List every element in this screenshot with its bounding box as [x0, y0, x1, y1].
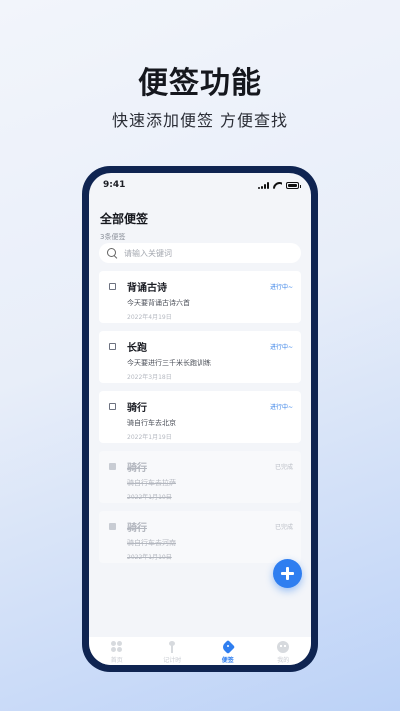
note-body: 骑自行车去北京	[127, 419, 176, 427]
note-body: 骑自行车去河南	[127, 539, 176, 547]
face-icon	[276, 641, 290, 653]
note-status: 已完成	[274, 524, 293, 531]
tag-icon	[221, 641, 235, 653]
add-note-button[interactable]	[273, 559, 302, 588]
bottom-tab-bar: 首页 记计时 便签 我的	[89, 637, 311, 665]
page-title: 全部便签	[100, 212, 149, 226]
signal-icon	[258, 181, 269, 189]
note-count: 3条便签	[100, 233, 126, 241]
note-checkbox[interactable]	[109, 343, 116, 350]
status-bar: 9:41	[89, 173, 311, 197]
note-date: 2022年1月10日	[127, 494, 172, 501]
search-icon	[107, 248, 117, 258]
tab-timer[interactable]: 记计时	[148, 641, 196, 664]
tab-label: 我的	[277, 657, 290, 664]
note-date: 2022年1月10日	[127, 554, 172, 561]
note-title: 骑行	[127, 463, 147, 474]
note-card-completed[interactable]: 骑行 骑自行车去拉萨 2022年1月10日 已完成	[99, 451, 301, 503]
tab-profile[interactable]: 我的	[259, 641, 307, 664]
note-status: 进行中~	[269, 404, 293, 411]
grid-icon	[110, 641, 124, 653]
note-checkbox-checked[interactable]	[109, 463, 116, 470]
note-date: 2022年3月18日	[127, 374, 172, 381]
tab-label: 记计时	[163, 657, 182, 664]
note-title: 长跑	[127, 343, 147, 354]
note-status: 进行中~	[269, 284, 293, 291]
note-checkbox-checked[interactable]	[109, 523, 116, 530]
promo-title: 便签功能	[138, 66, 262, 101]
notes-header: 全部便签 3条便签	[100, 210, 148, 242]
tab-label: 便签	[221, 657, 234, 664]
phone-frame: 9:41 全部便签 3条便签 背诵古诗 今天要背诵古诗六首 2022年4月19日	[82, 166, 318, 672]
note-title: 背诵古诗	[127, 283, 167, 294]
note-checkbox[interactable]	[109, 283, 116, 290]
note-card[interactable]: 长跑 今天要进行三千米长跑训练 2022年3月18日 进行中~	[99, 331, 301, 383]
note-status: 进行中~	[269, 344, 293, 351]
search-bar[interactable]	[99, 243, 301, 263]
note-card-completed[interactable]: 骑行 骑自行车去河南 2022年1月10日 已完成	[99, 511, 301, 563]
pin-icon	[165, 641, 179, 653]
tab-notes[interactable]: 便签	[204, 641, 252, 664]
search-input[interactable]	[124, 248, 274, 258]
note-body: 今天要背诵古诗六首	[127, 299, 190, 307]
note-card[interactable]: 骑行 骑自行车去北京 2022年1月19日 进行中~	[99, 391, 301, 443]
note-body: 今天要进行三千米长跑训练	[127, 359, 211, 367]
note-list: 背诵古诗 今天要背诵古诗六首 2022年4月19日 进行中~ 长跑 今天要进行三…	[99, 271, 301, 571]
tab-label: 首页	[110, 657, 123, 664]
note-date: 2022年1月19日	[127, 434, 172, 441]
tab-home[interactable]: 首页	[93, 641, 141, 664]
plus-icon	[281, 567, 294, 580]
note-card[interactable]: 背诵古诗 今天要背诵古诗六首 2022年4月19日 进行中~	[99, 271, 301, 323]
note-title: 骑行	[127, 403, 147, 414]
note-status: 已完成	[274, 464, 293, 471]
note-checkbox[interactable]	[109, 403, 116, 410]
app-screen: 9:41 全部便签 3条便签 背诵古诗 今天要背诵古诗六首 2022年4月19日	[89, 173, 311, 665]
wifi-icon	[273, 182, 282, 189]
status-time: 9:41	[103, 180, 126, 190]
promo-subtitle: 快速添加便签 方便查找	[111, 111, 289, 130]
note-date: 2022年4月19日	[127, 314, 172, 321]
note-body: 骑自行车去拉萨	[127, 479, 176, 487]
status-icons	[258, 181, 301, 189]
note-title: 骑行	[127, 523, 147, 534]
battery-icon	[286, 181, 301, 189]
